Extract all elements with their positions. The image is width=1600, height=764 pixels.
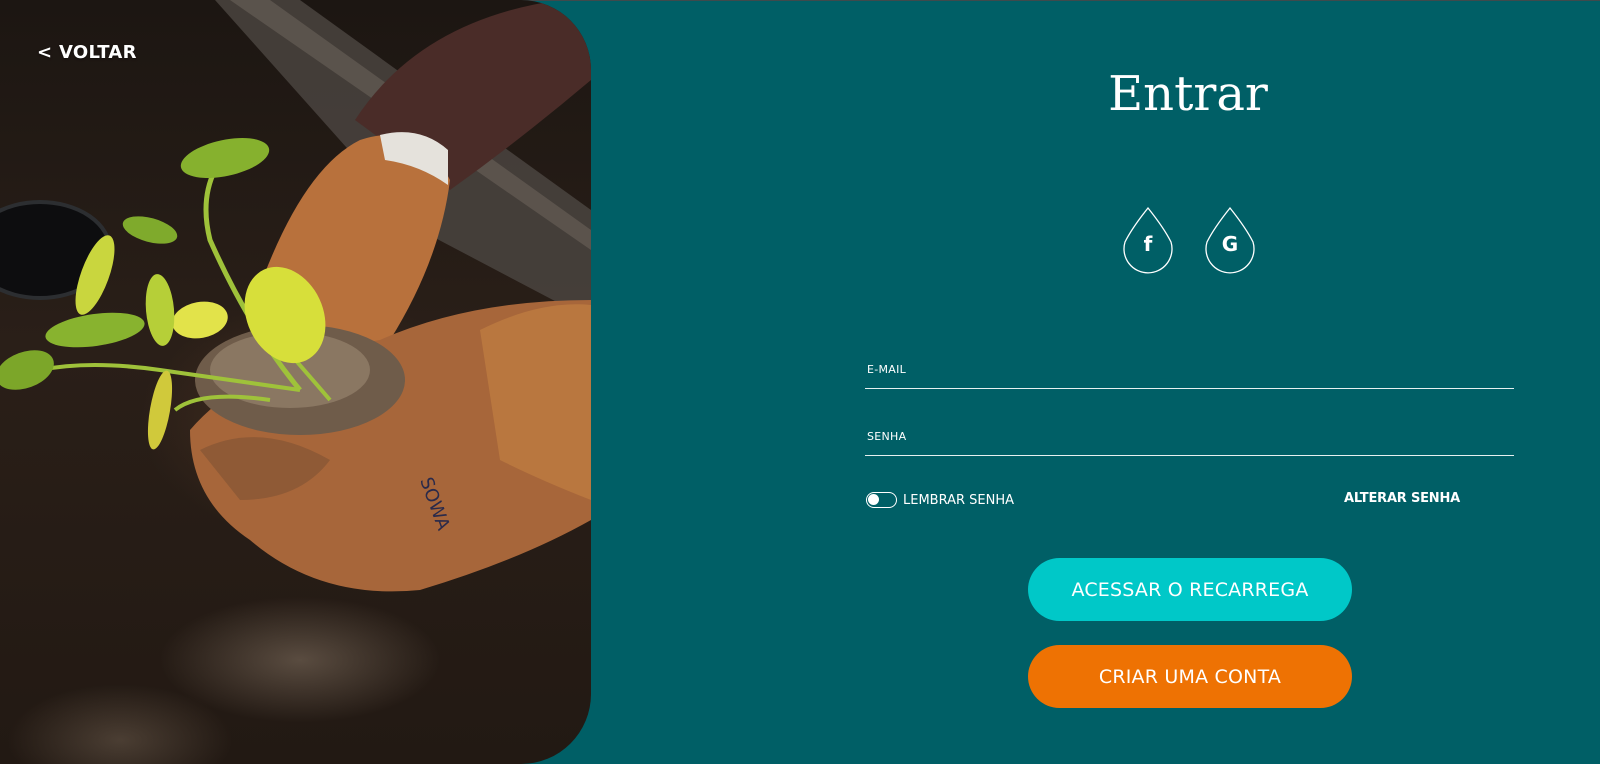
back-link[interactable]: < VOLTAR (37, 42, 137, 63)
change-password-link[interactable]: ALTERAR SENHA (1344, 491, 1460, 506)
remember-password-label: LEMBRAR SENHA (903, 492, 1015, 508)
page-title: Entrar (1108, 66, 1268, 122)
google-login-button[interactable]: G (1203, 206, 1257, 274)
remember-password-toggle[interactable]: LEMBRAR SENHA (866, 491, 1014, 509)
google-glyph: G (1221, 232, 1239, 256)
email-field[interactable]: E-MAIL (865, 353, 1514, 389)
hero-photo: SOWA < VOLTAR (0, 0, 591, 764)
create-account-button[interactable]: CRIAR UMA CONTA (1028, 645, 1352, 708)
toggle-knob (868, 494, 879, 505)
email-input[interactable] (865, 353, 1514, 388)
login-submit-button[interactable]: ACESSAR O RECARREGA (1028, 558, 1352, 621)
password-field[interactable]: SENHA (865, 420, 1514, 456)
facebook-glyph: f (1143, 232, 1153, 256)
toggle-switch[interactable] (866, 492, 897, 508)
facebook-login-button[interactable]: f (1121, 206, 1175, 274)
seedling-illustration: SOWA (0, 0, 591, 592)
password-input[interactable] (865, 420, 1514, 455)
